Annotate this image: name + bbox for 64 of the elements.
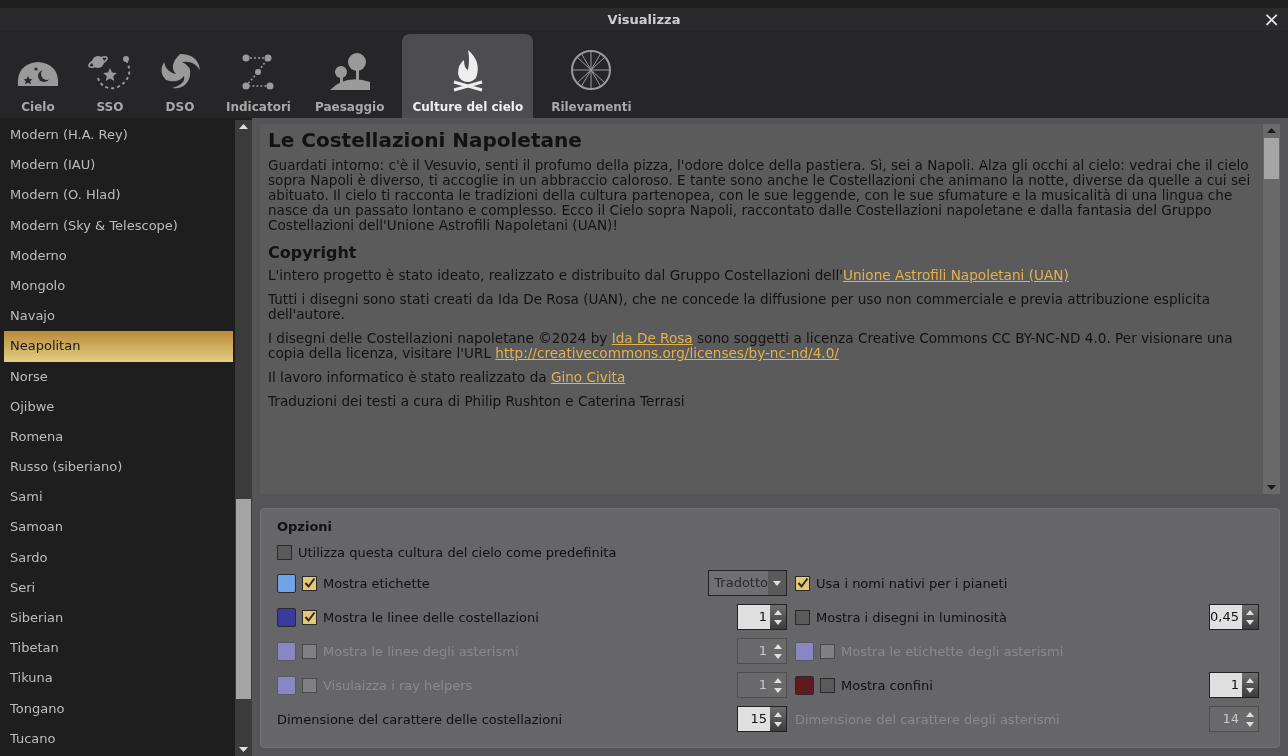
list-item[interactable]: Ojibwe <box>4 391 233 422</box>
options-title: Opzioni <box>277 519 334 534</box>
scrollbar-thumb[interactable] <box>1264 138 1279 180</box>
list-item[interactable]: Norse <box>4 361 233 392</box>
checkbox-label: Usa i nomi nativi per i pianeti <box>816 575 1008 591</box>
link[interactable]: Ida De Rosa <box>611 330 693 346</box>
scrollbar[interactable] <box>235 120 252 756</box>
list-item[interactable]: Modern (O. Hlad) <box>4 180 233 211</box>
tab[interactable]: SSO <box>80 34 140 118</box>
link[interactable]: Unione Astrofili Napoletani (UAN) <box>843 267 1069 283</box>
tab[interactable]: DSO <box>152 34 208 118</box>
list-item[interactable]: Neapolitan <box>4 331 233 362</box>
spin-box[interactable]: 1 <box>737 604 787 630</box>
checkbox-label: Mostra confini <box>841 677 933 693</box>
paragraph: Traduzioni dei testi a cura di Philip Rushton e Caterina Terrasi <box>268 394 686 409</box>
list-item[interactable]: Tucano <box>4 723 233 754</box>
tab[interactable]: Indicatori <box>220 34 297 118</box>
checkbox-label: Mostra i disegni in luminosità <box>816 609 1007 625</box>
link[interactable]: http://creativecommons.org/licenses/by-nc-nd/4.0/ <box>495 345 839 361</box>
checkbox[interactable] <box>302 575 317 591</box>
checkbox-label: Mostra etichette <box>323 575 430 591</box>
checkbox[interactable] <box>820 677 835 693</box>
option-label: Dimensione del carattere delle costellazioni <box>277 711 563 727</box>
list-item[interactable]: Sami <box>4 482 233 513</box>
culture-title: Le Costellazioni Napoletane <box>268 128 583 152</box>
checkbox-label: Mostra le linee delle costellazioni <box>323 609 539 625</box>
list-item[interactable]: Modern (H.A. Rey) <box>4 120 233 151</box>
spin-box[interactable]: 15 <box>737 706 787 732</box>
checkbox[interactable] <box>795 575 810 591</box>
tab[interactable]: Culture del cielo <box>402 34 534 118</box>
list-item[interactable]: Modern (Sky & Telescope) <box>4 210 233 241</box>
checkbox[interactable] <box>277 544 292 560</box>
list-item[interactable]: Russo (siberiano) <box>4 452 233 483</box>
scrollbar[interactable] <box>1263 124 1280 494</box>
tab[interactable]: Cielo <box>8 34 68 118</box>
window-title: Visualizza <box>607 11 681 27</box>
checkbox-label: Utilizza questa cultura del cielo come predefinita <box>298 544 617 560</box>
list-item[interactable]: Samoan <box>4 512 233 543</box>
link[interactable]: Gino Civita <box>550 369 626 385</box>
list-item[interactable]: Mongolo <box>4 270 233 302</box>
section-heading: Copyright <box>268 243 358 262</box>
list-item[interactable]: Moderno <box>4 240 233 271</box>
list-item[interactable]: Modern (IAU) <box>4 150 233 181</box>
checkbox[interactable] <box>302 609 317 625</box>
spin-box[interactable]: 0,45 <box>1209 604 1259 630</box>
tab[interactable]: Paesaggio <box>308 34 391 118</box>
list-item[interactable]: Navajo <box>4 301 233 332</box>
scrollbar-thumb[interactable] <box>236 498 251 700</box>
paragraph: L'intero progetto è stato ideato, realizzato e distribuito dal Gruppo Costellazioni dell'Unione Astrofili Napoletani (UAN) <box>268 268 1070 283</box>
list-item[interactable]: Tikuna <box>4 663 233 694</box>
spin-box[interactable]: 1 <box>1209 672 1259 698</box>
list-item[interactable]: Siberian <box>4 603 233 634</box>
list-item[interactable]: Romena <box>4 421 233 453</box>
paragraph: Tutti i disegni sono stati creati da Ida De Rosa (UAN), che ne concede la diffusione per uso non commerciale e previa attribuzione esplicita dell'autore. <box>268 292 1211 322</box>
checkbox[interactable] <box>795 609 810 625</box>
list-item[interactable]: Tibetan <box>4 633 233 664</box>
color-swatch[interactable] <box>277 573 296 593</box>
close-button[interactable]: × <box>1261 9 1282 29</box>
tab[interactable]: Rilevamenti <box>545 34 638 118</box>
color-swatch[interactable] <box>795 675 814 695</box>
list-item[interactable]: Sardo <box>4 542 233 573</box>
color-swatch[interactable] <box>277 607 296 627</box>
list-item[interactable]: Tongano <box>4 693 233 724</box>
list-item[interactable]: Seri <box>4 572 233 603</box>
